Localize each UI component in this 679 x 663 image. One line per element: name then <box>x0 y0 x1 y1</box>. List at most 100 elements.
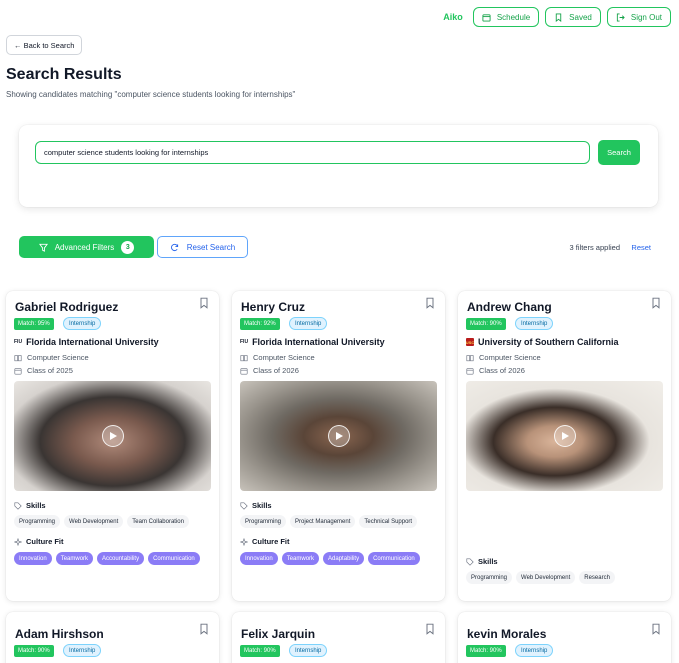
advanced-filters-button[interactable]: Advanced Filters 3 <box>19 236 154 258</box>
tag-icon <box>466 557 474 566</box>
play-icon[interactable] <box>101 425 124 447</box>
bookmark-icon[interactable] <box>650 297 662 309</box>
skill-chip: Programming <box>14 515 61 528</box>
page-title: Search Results <box>6 66 122 83</box>
culture-fit-label: Culture Fit <box>26 537 64 546</box>
major: Computer Science <box>14 353 89 362</box>
university-logo: FIU <box>240 339 249 345</box>
skill-chip: Technical Support <box>359 515 418 528</box>
reset-filters-link[interactable]: Reset <box>631 243 651 252</box>
skill-chip: Team Collaboration <box>127 515 189 528</box>
bookmark-icon[interactable] <box>650 623 662 635</box>
candidate-name: Gabriel Rodriguez <box>15 300 119 314</box>
internship-badge: Internship <box>289 317 328 330</box>
sign-out-button[interactable]: Sign Out <box>606 7 671 27</box>
skills-label: Skills <box>478 557 498 566</box>
bookmark-icon[interactable] <box>424 623 436 635</box>
graduation-year: Class of 2026 <box>240 366 299 375</box>
candidate-name: Andrew Chang <box>467 300 552 314</box>
play-icon[interactable] <box>553 425 576 447</box>
candidate-card[interactable]: Andrew Chang Match: 90% Internship USC U… <box>458 291 671 601</box>
internship-badge: Internship <box>63 644 102 657</box>
university-name: University of Southern California <box>478 337 619 347</box>
skills-heading: Skills <box>14 501 46 510</box>
match-badge: Match: 90% <box>466 318 506 330</box>
advanced-filters-label: Advanced Filters <box>54 242 115 252</box>
candidate-card[interactable]: Adam Hirshson Match: 90% Internship <box>6 612 219 663</box>
filter-bar: Advanced Filters 3 Reset Search 3 filter… <box>10 229 671 265</box>
match-badge: Match: 95% <box>14 318 54 330</box>
play-icon[interactable] <box>327 425 350 447</box>
bookmark-icon <box>555 12 562 22</box>
book-icon <box>240 354 248 361</box>
video-thumbnail[interactable] <box>466 381 663 491</box>
refresh-icon <box>170 243 178 251</box>
major-label: Computer Science <box>27 353 89 362</box>
skills-label: Skills <box>252 501 272 510</box>
filter-icon <box>38 243 48 252</box>
search-button[interactable]: Search <box>598 140 640 165</box>
culture-fit-heading: Culture Fit <box>14 537 64 546</box>
sign-out-icon <box>616 12 625 22</box>
filter-count-badge: 3 <box>121 240 135 254</box>
skills-label: Skills <box>26 501 46 510</box>
calendar-icon <box>240 367 248 375</box>
saved-button[interactable]: Saved <box>545 7 601 27</box>
calendar-icon <box>466 367 474 375</box>
match-badge: Match: 92% <box>240 318 280 330</box>
major-label: Computer Science <box>479 353 541 362</box>
top-nav: Aiko Schedule Saved Sign Out <box>443 7 671 27</box>
university-name: Florida International University <box>252 337 385 347</box>
schedule-label: Schedule <box>496 12 531 22</box>
skills-heading: Skills <box>240 501 272 510</box>
skill-chip: Web Development <box>64 515 124 528</box>
culture-chip: Communication <box>148 552 200 565</box>
culture-chip: Communication <box>368 552 420 565</box>
reset-search-button[interactable]: Reset Search <box>157 236 248 258</box>
video-thumbnail[interactable] <box>14 381 211 491</box>
bookmark-icon[interactable] <box>198 297 210 309</box>
candidate-card[interactable]: Gabriel Rodriguez Match: 95% Internship … <box>6 291 219 601</box>
video-thumbnail[interactable] <box>240 381 437 491</box>
skill-chip: Programming <box>240 515 287 528</box>
university: FIU Florida International University <box>240 337 385 347</box>
class-label: Class of 2025 <box>27 366 73 375</box>
university-logo: USC <box>465 338 475 346</box>
skills-list: Programming Web Development Research <box>466 571 666 584</box>
bookmark-icon[interactable] <box>424 297 436 309</box>
internship-badge: Internship <box>63 317 102 330</box>
book-icon <box>466 354 474 361</box>
skills-heading: Skills <box>466 557 498 566</box>
match-badge: Match: 90% <box>240 645 280 657</box>
class-label: Class of 2026 <box>479 366 525 375</box>
calendar-icon <box>14 367 22 375</box>
university-logo: FIU <box>14 339 23 345</box>
culture-chip: Adaptability <box>323 552 365 565</box>
back-to-search-button[interactable]: ← Back to Search <box>6 35 83 55</box>
search-input[interactable]: computer science students looking for in… <box>35 141 590 164</box>
skill-chip: Project Management <box>290 515 356 528</box>
culture-chip: Innovation <box>14 552 52 565</box>
university: FIU Florida International University <box>14 337 159 347</box>
culture-chip: Accountability <box>97 552 145 565</box>
match-badge: Match: 90% <box>14 645 54 657</box>
bookmark-icon[interactable] <box>198 623 210 635</box>
reset-search-label: Reset Search <box>186 242 236 252</box>
candidate-card[interactable]: Felix Jarquin Match: 90% Internship <box>232 612 445 663</box>
graduation-year: Class of 2025 <box>14 366 73 375</box>
university: USC University of Southern California <box>466 337 619 347</box>
candidate-name: Henry Cruz <box>241 300 306 314</box>
candidate-card[interactable]: kevin Morales Match: 90% Internship <box>458 612 671 663</box>
candidate-card[interactable]: Henry Cruz Match: 92% Internship FIU Flo… <box>232 291 445 601</box>
tag-icon <box>14 501 22 510</box>
culture-chip: Teamwork <box>55 552 94 565</box>
internship-badge: Internship <box>515 317 554 330</box>
culture-chip: Innovation <box>240 552 278 565</box>
candidate-name: Felix Jarquin <box>241 627 316 641</box>
user-name: Aiko <box>443 12 463 22</box>
page-subtitle: Showing candidates matching "computer sc… <box>6 90 296 99</box>
university-name: Florida International University <box>26 337 159 347</box>
schedule-button[interactable]: Schedule <box>472 7 540 27</box>
culture-fit-heading: Culture Fit <box>240 537 290 546</box>
candidate-name: kevin Morales <box>467 627 547 641</box>
